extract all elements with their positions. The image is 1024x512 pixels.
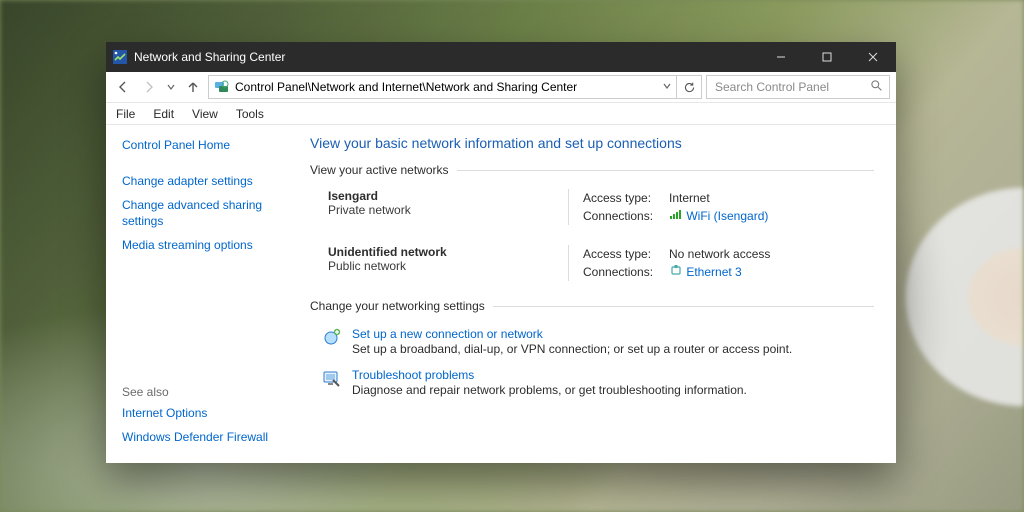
- sidebar-home-link[interactable]: Control Panel Home: [122, 137, 292, 153]
- control-panel-window: Network and Sharing Center Control Panel…: [106, 42, 896, 463]
- network-1-type: Private network: [328, 203, 568, 217]
- action-setup-desc: Set up a broadband, dial-up, or VPN conn…: [352, 342, 792, 356]
- action-setup-title: Set up a new connection or network: [352, 327, 792, 341]
- action-troubleshoot-desc: Diagnose and repair network problems, or…: [352, 383, 747, 397]
- sidebar-internet-options-link[interactable]: Internet Options: [122, 405, 292, 421]
- network-2-name: Unidentified network: [328, 245, 568, 259]
- titlebar[interactable]: Network and Sharing Center: [106, 42, 896, 72]
- close-button[interactable]: [850, 42, 896, 72]
- network-2-type: Public network: [328, 259, 568, 273]
- menu-tools[interactable]: Tools: [234, 105, 266, 123]
- section-rule: [493, 306, 874, 307]
- address-bar[interactable]: Control Panel\Network and Internet\Netwo…: [208, 75, 677, 99]
- back-button[interactable]: [112, 76, 134, 98]
- search-icon: [870, 79, 883, 95]
- action-troubleshoot[interactable]: Troubleshoot problems Diagnose and repai…: [310, 364, 874, 405]
- ethernet-icon: [669, 263, 683, 281]
- menu-view[interactable]: View: [190, 105, 220, 123]
- main-panel: View your basic network information and …: [300, 125, 896, 463]
- address-path: Control Panel\Network and Internet\Netwo…: [235, 80, 577, 94]
- menu-bar: File Edit View Tools: [106, 103, 896, 124]
- maximize-button[interactable]: [804, 42, 850, 72]
- net2-access-value: No network access: [669, 245, 770, 263]
- section-rule: [457, 170, 874, 171]
- sidebar: Control Panel Home Change adapter settin…: [106, 125, 300, 463]
- vertical-divider: [568, 245, 569, 281]
- recent-locations-dropdown[interactable]: [164, 76, 178, 98]
- net2-connections-key: Connections:: [583, 263, 661, 281]
- chevron-down-icon[interactable]: [662, 80, 672, 94]
- net1-access-value: Internet: [669, 189, 710, 207]
- see-also-label: See also: [122, 385, 292, 399]
- menu-file[interactable]: File: [114, 105, 137, 123]
- network-center-icon: [213, 79, 229, 95]
- sidebar-adapter-link[interactable]: Change adapter settings: [122, 173, 292, 189]
- minimize-button[interactable]: [758, 42, 804, 72]
- change-settings-section-label: Change your networking settings: [310, 299, 485, 313]
- sidebar-media-streaming-link[interactable]: Media streaming options: [122, 237, 292, 253]
- refresh-button[interactable]: [677, 75, 702, 99]
- search-input[interactable]: [713, 79, 847, 95]
- action-troubleshoot-title: Troubleshoot problems: [352, 368, 747, 382]
- net1-access-key: Access type:: [583, 189, 661, 207]
- net1-connections-key: Connections:: [583, 207, 661, 225]
- sidebar-advanced-sharing-link[interactable]: Change advanced sharing settings: [122, 197, 292, 229]
- up-button[interactable]: [182, 76, 204, 98]
- network-block-2: Unidentified network Public network Acce…: [310, 243, 874, 299]
- net2-access-key: Access type:: [583, 245, 661, 263]
- main-heading: View your basic network information and …: [310, 135, 874, 151]
- address-toolbar: Control Panel\Network and Internet\Netwo…: [106, 72, 896, 103]
- action-setup-connection[interactable]: Set up a new connection or network Set u…: [310, 323, 874, 364]
- wifi-signal-icon: [669, 207, 683, 225]
- network-1-name: Isengard: [328, 189, 568, 203]
- net2-connection-link[interactable]: Ethernet 3: [686, 265, 741, 279]
- vertical-divider: [568, 189, 569, 225]
- net1-connection-link[interactable]: WiFi (Isengard): [686, 209, 768, 223]
- sidebar-firewall-link[interactable]: Windows Defender Firewall: [122, 429, 292, 445]
- network-block-1: Isengard Private network Access type: In…: [310, 187, 874, 243]
- search-box[interactable]: [706, 75, 890, 99]
- active-networks-section-label: View your active networks: [310, 163, 449, 177]
- window-title: Network and Sharing Center: [134, 50, 285, 64]
- menu-edit[interactable]: Edit: [151, 105, 176, 123]
- app-icon: [112, 49, 128, 65]
- setup-connection-icon: [322, 327, 342, 347]
- forward-button[interactable]: [138, 76, 160, 98]
- troubleshoot-icon: [322, 368, 342, 388]
